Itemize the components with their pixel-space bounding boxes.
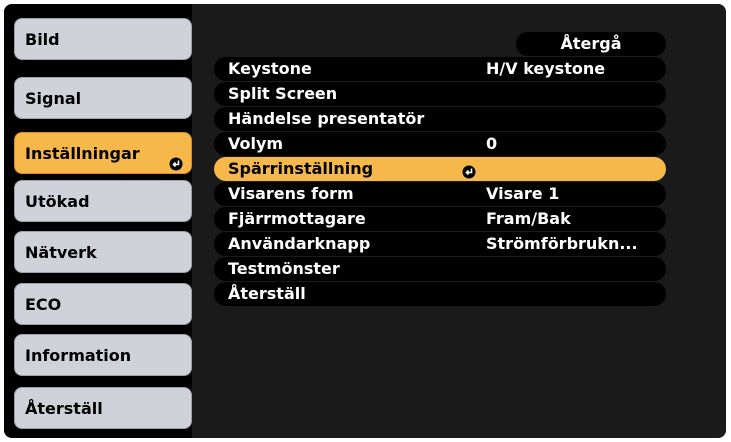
menu-item-label: Återställ (228, 284, 306, 303)
menu-item-keystone[interactable]: Keystone H/V keystone (214, 57, 666, 81)
menu-item-label: Händelse presentatör (228, 109, 425, 128)
menu-item-handelse-presentator[interactable]: Händelse presentatör (214, 107, 666, 131)
menu-item-label: Användarknapp (228, 234, 371, 253)
menu-item-testmonster[interactable]: Testmönster (214, 257, 666, 281)
back-row: Återgå (214, 32, 666, 56)
menu-item-fjarrmottagare[interactable]: Fjärrmottagare Fram/Bak (214, 207, 666, 231)
menu-item-aterstall[interactable]: Återställ (214, 282, 666, 306)
sidebar-item-utokad[interactable]: Utökad (14, 180, 192, 222)
menu-item-label: Fjärrmottagare (228, 209, 366, 228)
menu-item-value: Fram/Bak (486, 209, 571, 228)
menu-item-visarens-form[interactable]: Visarens form Visare 1 (214, 182, 666, 206)
menu-item-value: H/V keystone (486, 59, 606, 78)
settings-list: Återgå Keystone H/V keystone Split Scree… (214, 32, 666, 307)
sidebar-item-aterstall[interactable]: Återställ (14, 387, 192, 429)
sidebar-item-label: Inställningar (25, 144, 140, 163)
menu-item-value: Strömförbrukn... (486, 234, 638, 253)
menu-item-label: Keystone (228, 59, 312, 78)
sidebar-item-label: Nätverk (25, 243, 97, 262)
menu-item-label: Testmönster (228, 259, 340, 278)
sidebar-item-label: Utökad (25, 192, 90, 211)
menu-item-volym[interactable]: Volym 0 (214, 132, 666, 156)
sidebar-item-signal[interactable]: Signal (14, 77, 192, 119)
menu-item-label: Spärrinställning (228, 159, 374, 178)
back-button[interactable]: Återgå (516, 32, 666, 56)
menu-item-value: 0 (486, 134, 498, 153)
sidebar-item-label: Signal (25, 89, 82, 108)
sidebar-item-installningar[interactable]: Inställningar (14, 132, 192, 174)
menu-item-label: Volym (228, 134, 284, 153)
menu-item-label: Visarens form (228, 184, 354, 203)
menu-item-value: Visare 1 (486, 184, 560, 203)
sidebar-item-information[interactable]: Information (14, 334, 192, 376)
sidebar-item-eco[interactable]: ECO (14, 283, 192, 325)
sidebar-item-bild[interactable]: Bild (14, 18, 192, 60)
sidebar-item-label: Återställ (25, 399, 103, 418)
main-menu-sidebar: Bild Signal Inställningar Utökad Nätverk… (4, 4, 199, 438)
sidebar-item-label: Information (25, 346, 132, 365)
sidebar-item-label: Bild (25, 30, 60, 49)
sidebar-item-label: ECO (25, 295, 62, 314)
menu-item-label: Split Screen (228, 84, 338, 103)
menu-item-split-screen[interactable]: Split Screen (214, 82, 666, 106)
projector-menu-screen: Bild Signal Inställningar Utökad Nätverk… (4, 4, 726, 438)
sidebar-item-natverk[interactable]: Nätverk (14, 231, 192, 273)
menu-item-sparrinstallning[interactable]: Spärrinställning (214, 157, 666, 181)
menu-item-anvandarknapp[interactable]: Användarknapp Strömförbrukn... (214, 232, 666, 256)
